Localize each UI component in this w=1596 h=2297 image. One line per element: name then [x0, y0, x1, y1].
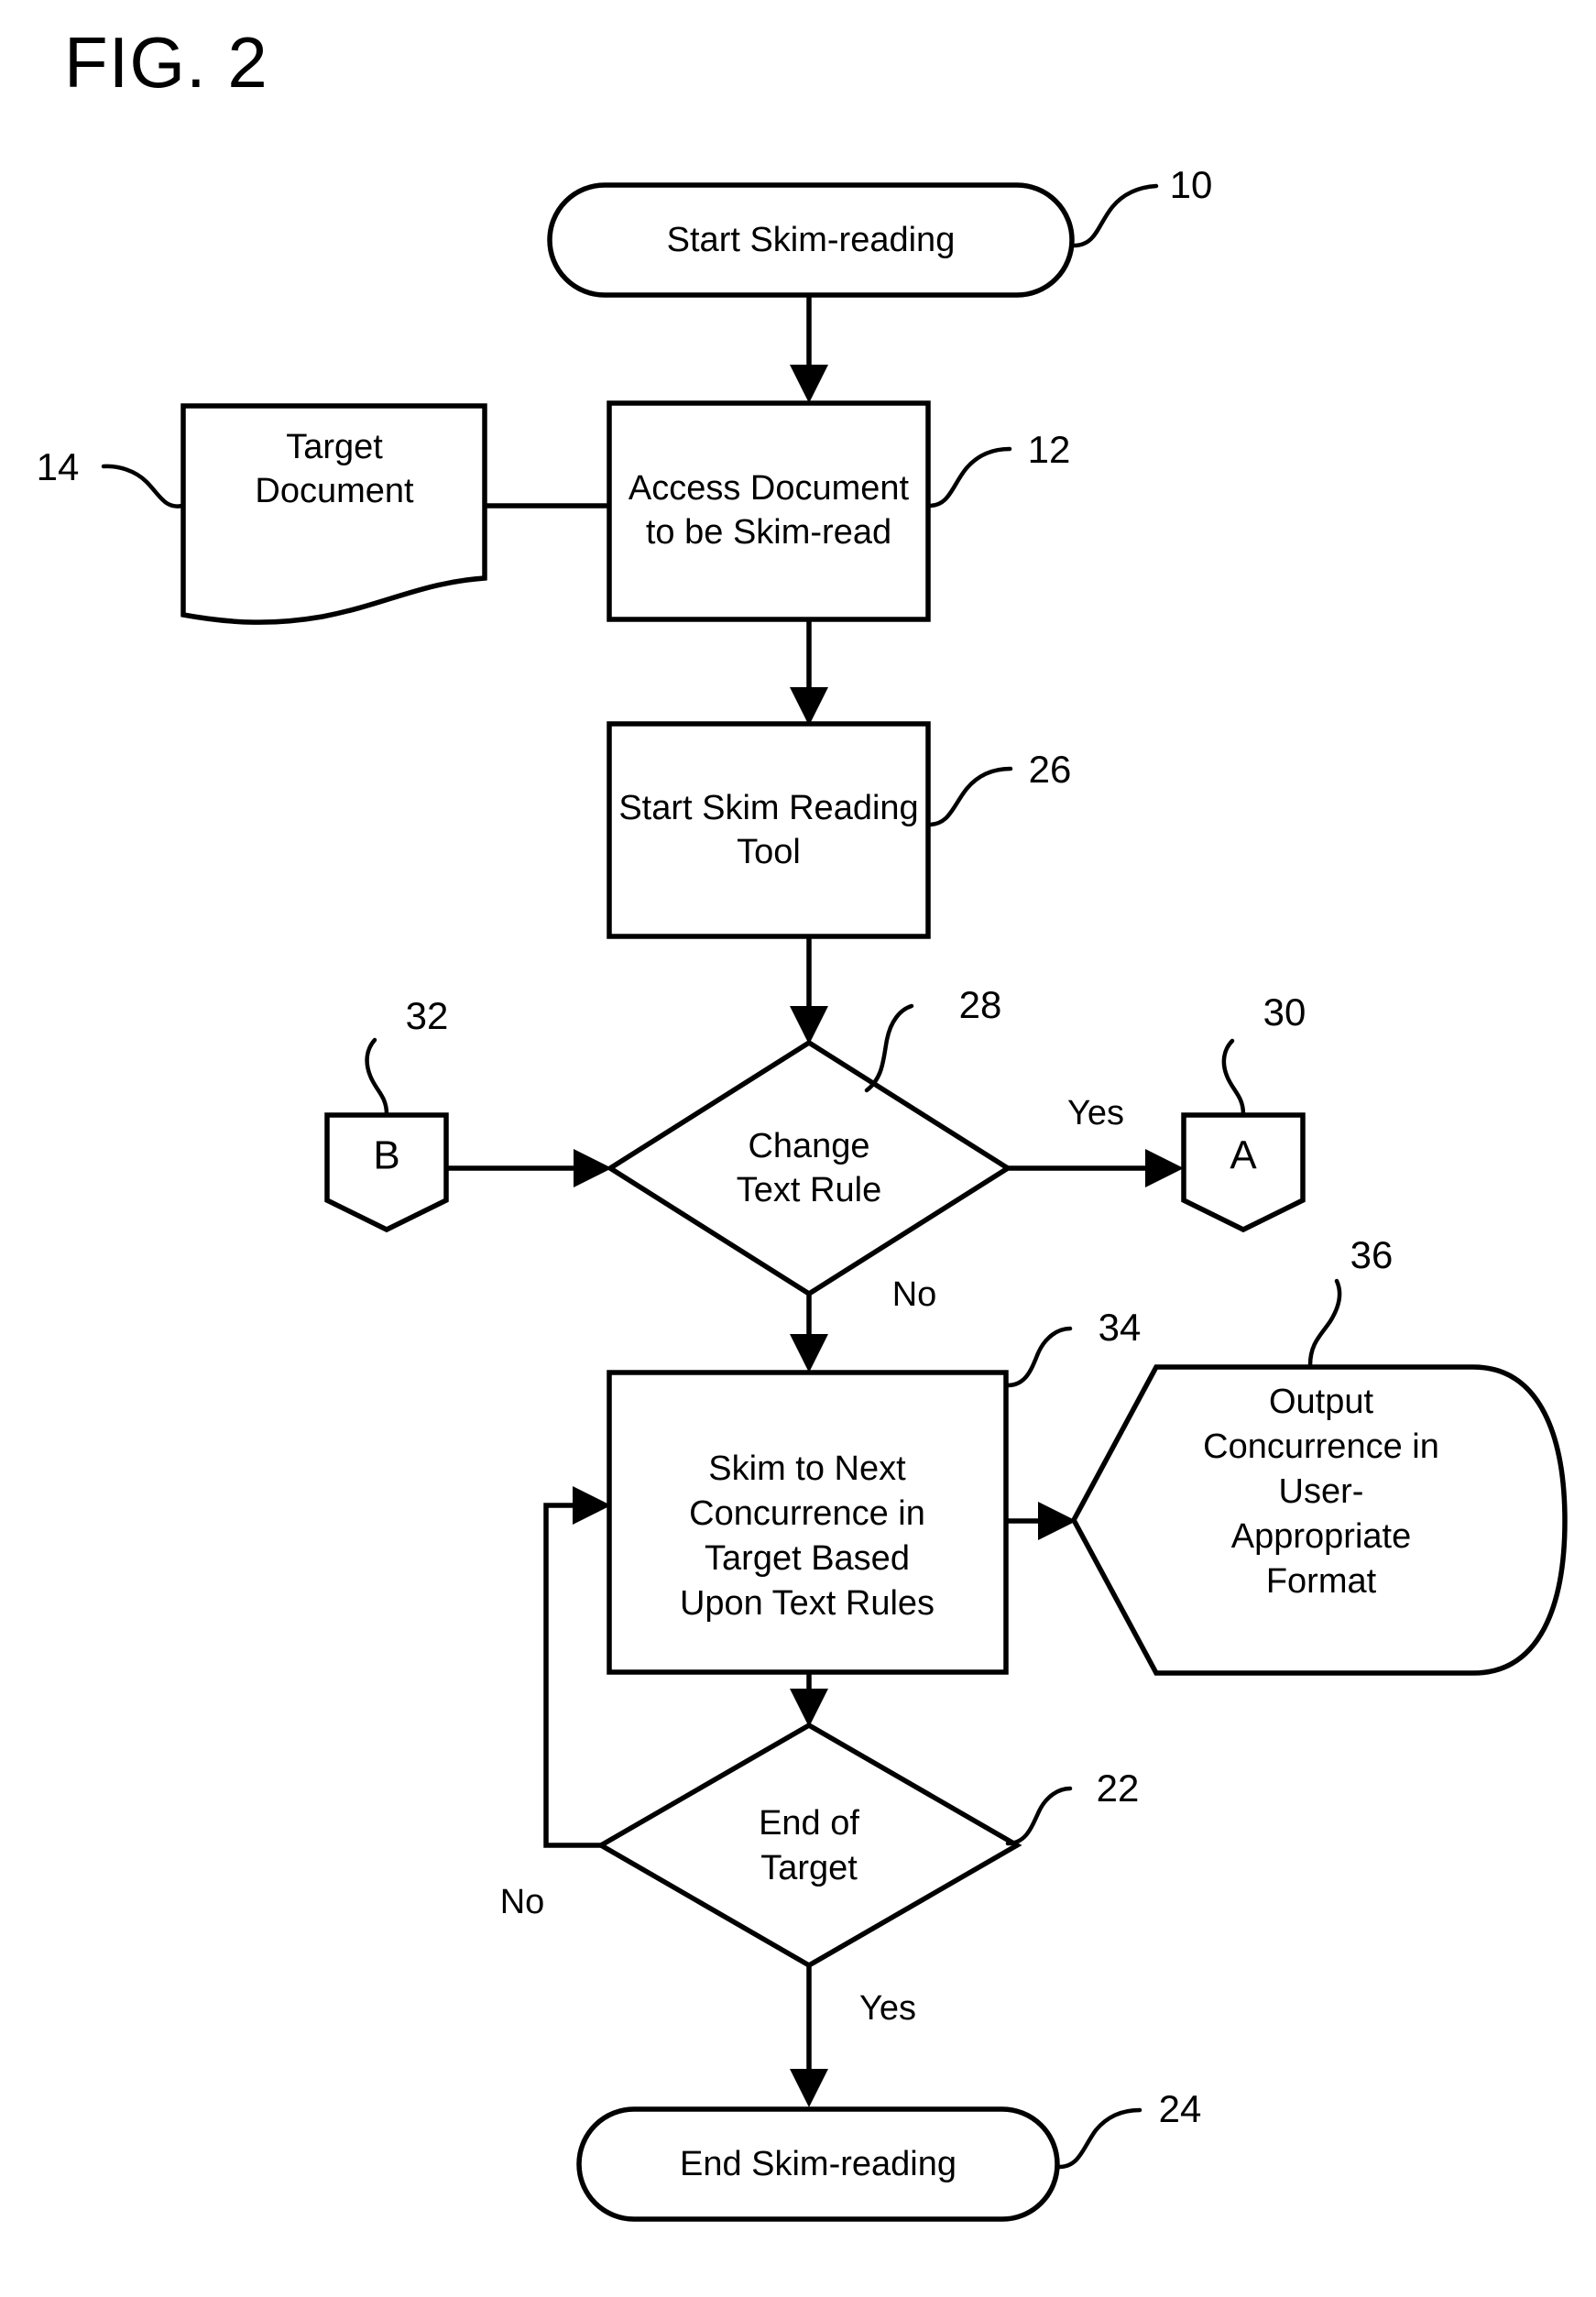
change-text-rule-label-line2: Text Rule	[737, 1171, 881, 1209]
leader-line-34	[1005, 1326, 1073, 1388]
arrow-change-rule-yes-to-connector-a	[1008, 1149, 1184, 1187]
flowchart-diagram: FIG. 2 Start Skim-reading 10 Target Docu…	[37, 22, 1568, 2222]
leader-line-14	[101, 464, 185, 509]
access-document-shape	[607, 400, 931, 622]
arrow-skim-next-to-output	[1006, 1502, 1077, 1540]
change-text-rule-shape	[605, 1039, 1013, 1297]
node-start-skim-reading: Start Skim-reading	[547, 182, 1075, 298]
arrow-end-of-target-no-loopback	[543, 1486, 611, 1848]
skim-next-label-line2: Concurrence in	[689, 1494, 925, 1533]
output-concurrence-label-line4: Appropriate	[1231, 1517, 1411, 1556]
output-concurrence-label-line2: Concurrence in	[1203, 1427, 1439, 1466]
figure-title: FIG. 2	[64, 22, 268, 103]
edge-label-end-of-target-no: No	[500, 1883, 545, 1921]
arrow-skim-next-to-end-of-target	[790, 1672, 828, 1727]
node-skim-next-concurrence: Skim to Next Concurrence in Target Based…	[607, 1370, 1009, 1675]
start-tool-shape	[607, 721, 931, 939]
ref-numeral-30: 30	[1263, 990, 1306, 1034]
ref-numeral-22: 22	[1097, 1767, 1140, 1810]
connector-b-label: B	[373, 1133, 399, 1178]
access-document-label-line1: Access Document	[629, 469, 910, 508]
output-concurrence-label-line5: Format	[1266, 1562, 1377, 1601]
arrow-access-to-tool	[790, 619, 828, 726]
ref-numeral-24: 24	[1159, 2087, 1202, 2130]
leader-line-30	[1221, 1038, 1246, 1117]
node-change-text-rule: Change Text Rule	[605, 1039, 1013, 1297]
leader-line-10	[1071, 183, 1159, 248]
node-start-skim-reading-tool: Start Skim Reading Tool	[607, 721, 931, 939]
arrow-start-to-access	[790, 295, 828, 403]
leader-line-22	[1005, 1786, 1073, 1846]
change-text-rule-label-line1: Change	[748, 1127, 869, 1165]
end-of-target-shape	[596, 1722, 1022, 1969]
node-end-of-target: End of Target	[596, 1722, 1022, 1969]
start-tool-label-line2: Tool	[737, 833, 801, 871]
node-end-skim-reading: End Skim-reading	[576, 2106, 1060, 2222]
arrow-connector-b-to-change-rule	[446, 1149, 612, 1187]
leader-line-24	[1056, 2107, 1142, 2170]
arrow-end-of-target-yes-to-end	[790, 1965, 828, 2107]
output-concurrence-label-line3: User-	[1279, 1472, 1364, 1511]
ref-numeral-34: 34	[1099, 1306, 1142, 1349]
leader-line-26	[926, 766, 1013, 827]
figure-canvas: FIG. 2 Start Skim-reading 10 Target Docu…	[0, 0, 1596, 2297]
edge-label-end-of-target-yes: Yes	[859, 1989, 916, 2028]
edge-label-change-rule-no: No	[892, 1275, 937, 1314]
end-label: End Skim-reading	[680, 2145, 957, 2183]
ref-numeral-12: 12	[1028, 428, 1071, 471]
end-of-target-label-line2: Target	[760, 1849, 858, 1887]
node-connector-a: A	[1181, 1112, 1306, 1233]
ref-numeral-36: 36	[1350, 1233, 1394, 1276]
start-label: Start Skim-reading	[667, 221, 956, 259]
arrow-change-rule-no-to-skim-next	[790, 1294, 828, 1373]
connector-a-label: A	[1230, 1133, 1257, 1178]
node-connector-b: B	[324, 1112, 449, 1233]
end-of-target-label-line1: End of	[759, 1804, 859, 1843]
leader-line-32	[365, 1037, 389, 1117]
edge-label-change-rule-yes: Yes	[1067, 1094, 1124, 1132]
ref-numeral-26: 26	[1029, 748, 1072, 791]
leader-line-12	[926, 446, 1012, 509]
access-document-label-line2: to be Skim-read	[646, 513, 891, 552]
arrow-tool-to-change-rule	[790, 936, 828, 1045]
ref-numeral-32: 32	[406, 994, 449, 1037]
node-target-document: Target Document	[180, 403, 487, 625]
skim-next-label-line4: Upon Text Rules	[680, 1584, 935, 1623]
target-document-label-line2: Document	[255, 472, 414, 510]
ref-numeral-14: 14	[37, 445, 80, 488]
node-output-concurrence: Output Concurrence in User- Appropriate …	[1070, 1364, 1568, 1676]
ref-numeral-28: 28	[959, 983, 1002, 1026]
skim-next-label-line1: Skim to Next	[708, 1449, 906, 1488]
skim-next-label-line3: Target Based	[705, 1539, 910, 1578]
start-tool-label-line1: Start Skim Reading	[618, 789, 918, 827]
node-access-document: Access Document to be Skim-read	[607, 400, 931, 622]
ref-numeral-10: 10	[1170, 163, 1213, 206]
leader-line-36	[1307, 1278, 1342, 1368]
leader-line-28	[864, 1003, 914, 1093]
output-concurrence-label-line1: Output	[1269, 1383, 1374, 1421]
target-document-label-line1: Target	[286, 428, 383, 466]
